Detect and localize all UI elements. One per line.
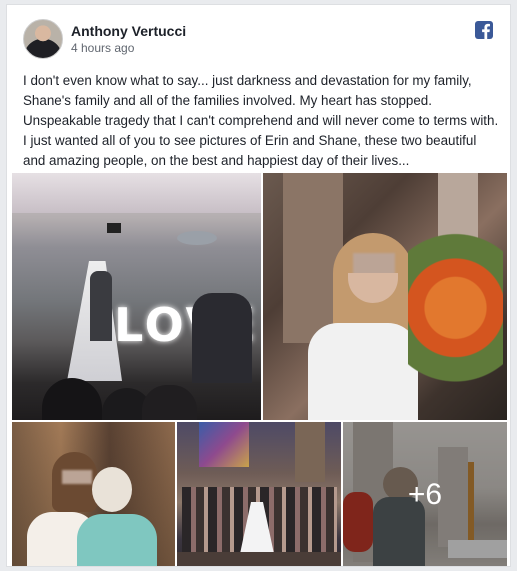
photo-grid: LOVE +6 (12, 173, 507, 566)
more-photos-count: +6 (407, 478, 443, 511)
more-photos-overlay[interactable]: +6 (343, 422, 507, 566)
post-header: Anthony Vertucci 4 hours ago (23, 19, 493, 63)
facebook-icon[interactable] (475, 21, 493, 39)
post-timestamp[interactable]: 4 hours ago (71, 41, 134, 55)
photo-groom-altar[interactable]: +6 (343, 422, 507, 566)
avatar[interactable] (23, 19, 63, 59)
photo-wedding-party[interactable] (177, 422, 341, 566)
author-name[interactable]: Anthony Vertucci (71, 23, 186, 39)
post-card: Anthony Vertucci 4 hours ago I don't eve… (6, 4, 511, 567)
photo-first-dance[interactable]: LOVE (12, 173, 261, 420)
photo-bride-flowers[interactable] (263, 173, 507, 420)
post-text: I don't even know what to say... just da… (23, 73, 499, 168)
photo-bride-grandmother[interactable] (12, 422, 175, 566)
